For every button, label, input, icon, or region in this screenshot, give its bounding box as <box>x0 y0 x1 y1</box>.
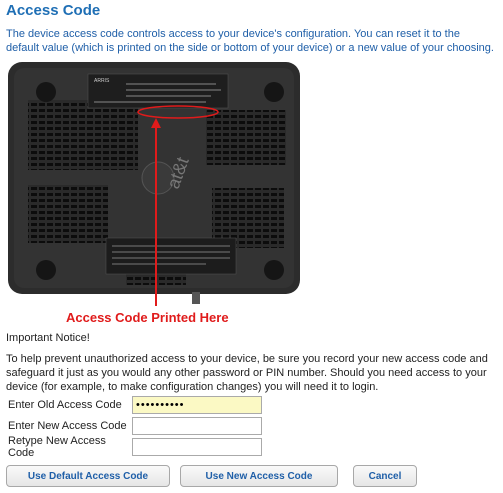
use-new-code-button[interactable]: Use New Access Code <box>180 465 338 487</box>
photo-caption: Access Code Printed Here <box>66 310 229 325</box>
cancel-button[interactable]: Cancel <box>353 465 417 487</box>
device-photo: ARRIS at&t Access Code Printed Here <box>6 60 304 332</box>
new-code-label: Enter New Access Code <box>8 420 127 432</box>
new-code-row: Enter New Access Code <box>6 416 262 436</box>
security-warning: To help prevent unauthorized access to y… <box>6 353 488 393</box>
page-title: Access Code <box>6 2 101 19</box>
old-code-label: Enter Old Access Code <box>8 399 122 411</box>
use-default-code-button[interactable]: Use Default Access Code <box>6 465 170 487</box>
retype-code-label: Retype New Access Code <box>8 435 106 459</box>
svg-text:ARRIS: ARRIS <box>94 78 110 84</box>
retype-code-input[interactable] <box>132 438 262 456</box>
important-notice: Important Notice! <box>6 332 90 344</box>
page-description: The device access code controls access t… <box>6 28 494 54</box>
new-code-input[interactable] <box>132 417 262 435</box>
retype-code-row: Retype New Access Code <box>6 435 262 459</box>
old-code-input[interactable] <box>132 396 262 414</box>
old-code-row: Enter Old Access Code <box>6 395 262 415</box>
